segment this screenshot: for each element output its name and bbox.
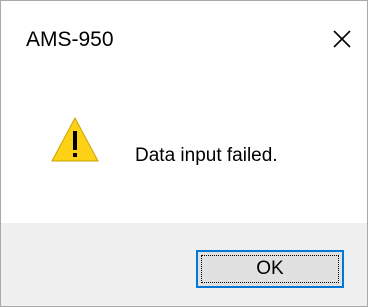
title-bar: AMS-950 (1, 1, 367, 83)
ok-button-label: OK (256, 258, 284, 279)
ok-button[interactable]: OK (196, 250, 344, 288)
button-bar: OK (1, 223, 367, 306)
close-icon (333, 30, 351, 48)
window-title: AMS-950 (26, 28, 114, 51)
message-area: Data input failed. (1, 83, 367, 223)
message-dialog: AMS-950 Data input failed. OK (0, 0, 368, 307)
close-button[interactable] (323, 20, 361, 58)
warning-icon (51, 117, 99, 162)
message-text: Data input failed. (135, 145, 278, 166)
